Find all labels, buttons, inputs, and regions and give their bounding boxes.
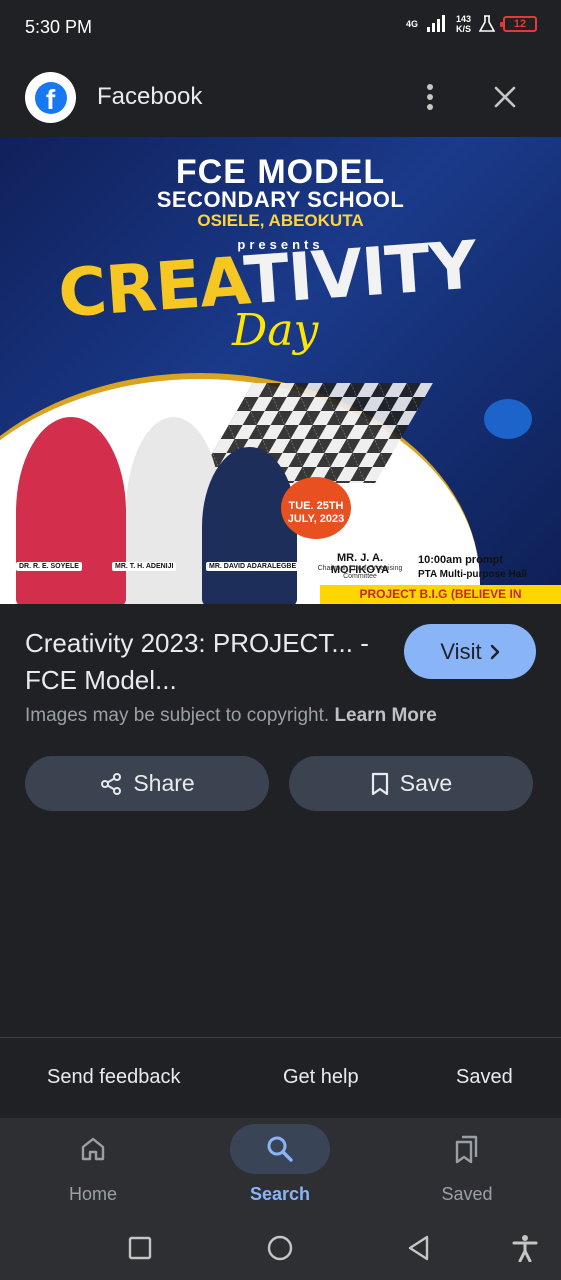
person-caption-2: MR. T. H. ADENIJI xyxy=(112,562,177,571)
system-nav-bar xyxy=(0,1218,561,1280)
chevron-right-icon xyxy=(490,644,499,659)
source-title: Facebook xyxy=(97,83,203,110)
saved-link[interactable]: Saved xyxy=(456,1066,513,1089)
back-triangle-icon[interactable] xyxy=(401,1230,437,1266)
status-indicators: 4G 143 K/S 12 xyxy=(406,14,537,34)
battery-icon: 12 xyxy=(500,16,537,32)
get-help-link[interactable]: Get help xyxy=(283,1066,359,1089)
person-caption-3: MR. DAVID ADARALEGBE xyxy=(206,562,300,571)
app-bar: f Facebook xyxy=(0,56,561,136)
search-icon xyxy=(267,1136,293,1162)
share-icon xyxy=(101,772,122,795)
poster-subtitle: SECONDARY SCHOOL xyxy=(156,187,405,212)
person-photo-3 xyxy=(202,447,297,604)
share-button[interactable]: Share xyxy=(25,756,269,811)
home-icon xyxy=(81,1137,105,1161)
facebook-logo-icon: f xyxy=(25,72,76,123)
result-image[interactable]: FCE MODEL SECONDARY SCHOOL OSIELE, ABEOK… xyxy=(0,137,561,604)
home-circle-icon[interactable] xyxy=(262,1230,298,1266)
more-vert-icon[interactable] xyxy=(415,80,445,114)
nav-label-home: Home xyxy=(68,1184,117,1204)
nav-item-home[interactable]: Home xyxy=(33,1118,153,1218)
recents-icon[interactable] xyxy=(122,1230,158,1266)
microphone-graphic xyxy=(484,399,532,439)
person-photo-1 xyxy=(16,417,126,604)
lab-flask-icon xyxy=(479,15,495,32)
bottom-nav: Home Search Saved xyxy=(0,1118,561,1218)
facebook-logo-mark: f xyxy=(34,81,67,114)
signal-icon xyxy=(426,15,445,32)
bookmark-icon xyxy=(371,772,388,795)
footer-links: Send feedback Get help Saved xyxy=(0,1038,561,1118)
poster-time: 10:00am prompt xyxy=(418,554,503,566)
close-icon[interactable] xyxy=(488,80,522,114)
send-feedback-link[interactable]: Send feedback xyxy=(47,1066,180,1089)
visit-button[interactable]: Visit xyxy=(404,624,536,679)
bookmarks-icon xyxy=(455,1135,478,1164)
result-title[interactable]: Creativity 2023: PROJECT... - FCE Model.… xyxy=(25,625,385,699)
poster-date-badge: TUE. 25TH JULY, 2023 xyxy=(281,477,351,539)
poster-chairman-role: Chairman Local Organising Committee xyxy=(317,565,403,580)
status-bar: 5:30 PM 4G 143 K/S 12 xyxy=(0,0,561,56)
accessibility-icon[interactable] xyxy=(507,1230,543,1266)
network-speed: 143 K/S xyxy=(455,14,471,34)
nav-item-search[interactable]: Search xyxy=(220,1118,340,1218)
network-type: 4G xyxy=(405,19,418,29)
person-caption-1: DR. R. E. SOYELE xyxy=(16,562,82,571)
poster-location: OSIELE, ABEOKUTA xyxy=(197,211,364,230)
nav-item-saved[interactable]: Saved xyxy=(407,1118,527,1218)
learn-more-link[interactable]: Learn More xyxy=(334,705,436,726)
nav-label-search: Search xyxy=(249,1184,311,1204)
nav-label-saved: Saved xyxy=(441,1184,493,1204)
poster-venue: PTA Multi-purpose Hall xyxy=(418,569,527,580)
poster-headline-day: Day xyxy=(232,305,319,356)
copyright-notice: Images may be subject to copyright. Lear… xyxy=(25,705,437,726)
save-button[interactable]: Save xyxy=(289,756,533,811)
status-time: 5:30 PM xyxy=(25,17,93,37)
poster-project-banner: PROJECT B.I.G (BELIEVE IN GREATNESS) xyxy=(320,585,561,604)
